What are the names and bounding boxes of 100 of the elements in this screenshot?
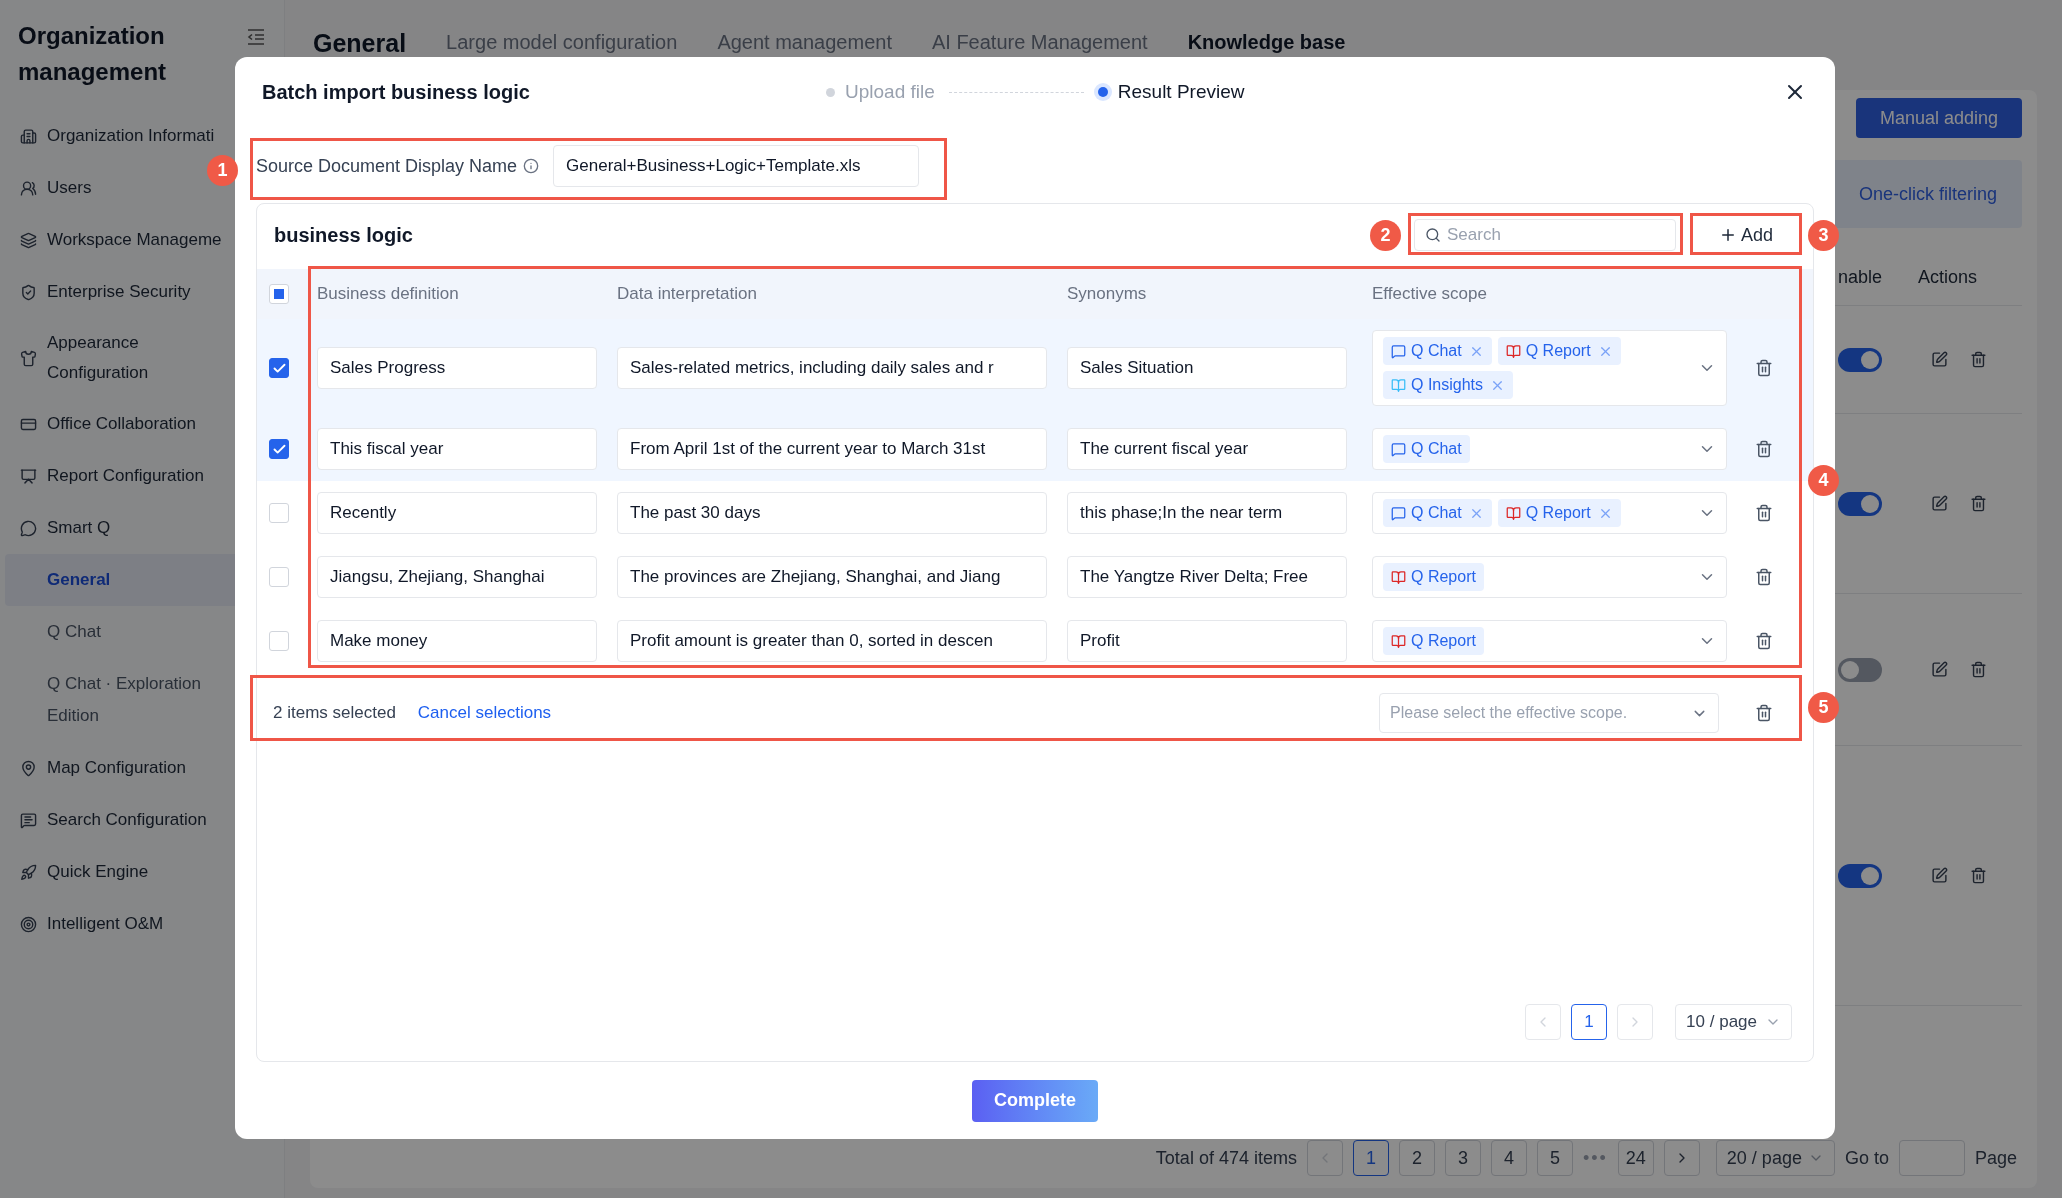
- sidebar-item[interactable]: Search Configuration: [0, 794, 284, 846]
- sidebar-item[interactable]: Enterprise Security: [0, 266, 284, 318]
- scope-tag: Q Report: [1497, 499, 1621, 527]
- checkbox[interactable]: [269, 358, 289, 378]
- menu-icon: [20, 759, 37, 777]
- interpretation-field[interactable]: The past 30 days: [617, 492, 1047, 534]
- book-icon: [1391, 569, 1406, 585]
- menu-icon: [20, 811, 37, 829]
- menu-icon: [20, 467, 37, 485]
- edit-icon[interactable]: [1931, 495, 1948, 512]
- synonyms-field[interactable]: Profit: [1067, 620, 1347, 662]
- tab[interactable]: Large model configuration: [446, 31, 678, 53]
- page-button[interactable]: 4: [1490, 1140, 1527, 1176]
- sidebar-item[interactable]: Report Configuration: [0, 450, 284, 502]
- synonyms-field[interactable]: Sales Situation: [1067, 347, 1347, 389]
- interpretation-field[interactable]: The provinces are Zhejiang, Shanghai, and Jiang: [617, 556, 1047, 598]
- sidebar-item[interactable]: Map Configuration: [0, 742, 284, 794]
- toggle-switch[interactable]: [1838, 347, 1882, 372]
- menu-icon: [20, 179, 37, 197]
- scope-tag: Q Chat: [1383, 499, 1492, 527]
- sidebar-item[interactable]: Office Collaboration: [0, 398, 284, 450]
- scope-tag: Q Chat: [1383, 337, 1492, 365]
- sidebar-item[interactable]: Intelligent O&M: [0, 898, 284, 950]
- definition-field[interactable]: This fiscal year: [317, 428, 597, 470]
- source-name-field[interactable]: General+Business+Logic+Template.xls: [553, 145, 920, 187]
- interpretation-field[interactable]: Sales-related metrics, including daily sales and r: [617, 347, 1047, 389]
- interpretation-field[interactable]: Profit amount is greater than 0, sorted in descen: [617, 620, 1047, 662]
- dialog-title: Batch import business logic: [262, 80, 531, 105]
- delete-icon[interactable]: [1755, 568, 1773, 586]
- delete-icon[interactable]: [1755, 504, 1773, 522]
- column-header: Synonyms: [1067, 283, 1148, 306]
- goto-field[interactable]: [1898, 1140, 1965, 1176]
- plus-icon: [1719, 226, 1737, 244]
- page-button[interactable]: 2: [1398, 1140, 1435, 1176]
- page-button[interactable]: 1: [1352, 1140, 1389, 1176]
- chat-icon: [1391, 441, 1406, 457]
- tab[interactable]: AI Feature Management: [931, 31, 1148, 53]
- delete-icon[interactable]: [1970, 661, 1987, 678]
- page-size-select[interactable]: 10 / page: [1675, 1004, 1792, 1040]
- scope-tag: Q Report: [1383, 627, 1484, 655]
- edit-icon[interactable]: [1931, 867, 1948, 884]
- menu-icon: [20, 283, 37, 301]
- definition-field[interactable]: Jiangsu, Zhejiang, Shanghai: [317, 556, 597, 598]
- menu-icon: [20, 231, 37, 249]
- toggle-switch[interactable]: [1838, 491, 1882, 516]
- delete-icon[interactable]: [1755, 632, 1773, 650]
- tab[interactable]: Agent management: [717, 31, 892, 53]
- delete-icon[interactable]: [1970, 495, 1987, 512]
- ellipsis: •••: [1582, 1146, 1608, 1170]
- collapse-icon[interactable]: [246, 28, 266, 46]
- selected-count: 2 items selected: [273, 702, 396, 725]
- toggle-switch[interactable]: [1838, 657, 1882, 682]
- column-header: nable: [1837, 266, 1884, 289]
- delete-icon[interactable]: [1970, 351, 1987, 368]
- search-icon: [1425, 227, 1441, 243]
- page-button[interactable]: 24: [1617, 1140, 1654, 1176]
- edit-icon[interactable]: [1931, 351, 1948, 368]
- synonyms-field[interactable]: this phase;In the near term: [1067, 492, 1347, 534]
- delete-icon[interactable]: [1970, 867, 1987, 884]
- menu-icon: [20, 915, 37, 933]
- complete-button[interactable]: Complete: [972, 1079, 1098, 1122]
- column-header: Business definition: [317, 283, 460, 306]
- sidebar-item[interactable]: Quick Engine: [0, 846, 284, 898]
- scope-tag: Q Report: [1383, 563, 1484, 591]
- checkbox[interactable]: [269, 439, 289, 459]
- page-button[interactable]: 1: [1571, 1004, 1608, 1040]
- scope-select[interactable]: Q Chat: [1372, 428, 1727, 470]
- menu-icon: [20, 519, 37, 537]
- step: Result Preview: [1097, 77, 1245, 107]
- definition-field[interactable]: Sales Progress: [317, 347, 597, 389]
- toggle-switch[interactable]: [1838, 863, 1882, 888]
- chat-icon: [1391, 505, 1406, 521]
- definition-field[interactable]: Make money: [317, 620, 597, 662]
- book-icon: [1391, 377, 1406, 393]
- interpretation-field[interactable]: From April 1st of the current year to March 31st: [617, 428, 1047, 470]
- delete-icon[interactable]: [1755, 440, 1773, 458]
- page-button[interactable]: 5: [1536, 1140, 1573, 1176]
- section-title: business logic: [274, 223, 413, 248]
- sidebar-item[interactable]: Appearance Configuration: [0, 318, 284, 398]
- add-button[interactable]: Add: [1696, 219, 1796, 251]
- column-header: Effective scope: [1372, 283, 1487, 306]
- synonyms-field[interactable]: The Yangtze River Delta; Free: [1067, 556, 1347, 598]
- edit-icon[interactable]: [1931, 661, 1948, 678]
- page-button[interactable]: 3: [1444, 1140, 1481, 1176]
- definition-field[interactable]: Recently: [317, 492, 597, 534]
- sidebar-item[interactable]: Smart Q: [0, 502, 284, 554]
- search-field[interactable]: Search: [1414, 219, 1676, 251]
- manual-adding-button[interactable]: Manual adding: [1856, 98, 2022, 138]
- tab[interactable]: Knowledge base: [1187, 31, 1346, 53]
- delete-icon[interactable]: [1755, 704, 1773, 722]
- menu-icon: [20, 863, 37, 881]
- cancel-selections-link[interactable]: Cancel selections: [417, 700, 552, 726]
- scope-select[interactable]: Q Report: [1372, 620, 1727, 662]
- delete-icon[interactable]: [1755, 359, 1773, 377]
- scope-select[interactable]: Please select the effective scope.: [1379, 693, 1719, 733]
- scope-select[interactable]: Q Report: [1372, 556, 1727, 598]
- page-size-select[interactable]: 20 / page: [1715, 1140, 1835, 1176]
- page-title: General: [313, 31, 407, 56]
- synonyms-field[interactable]: The current fiscal year: [1067, 428, 1347, 470]
- column-header: Data interpretation: [617, 283, 758, 306]
